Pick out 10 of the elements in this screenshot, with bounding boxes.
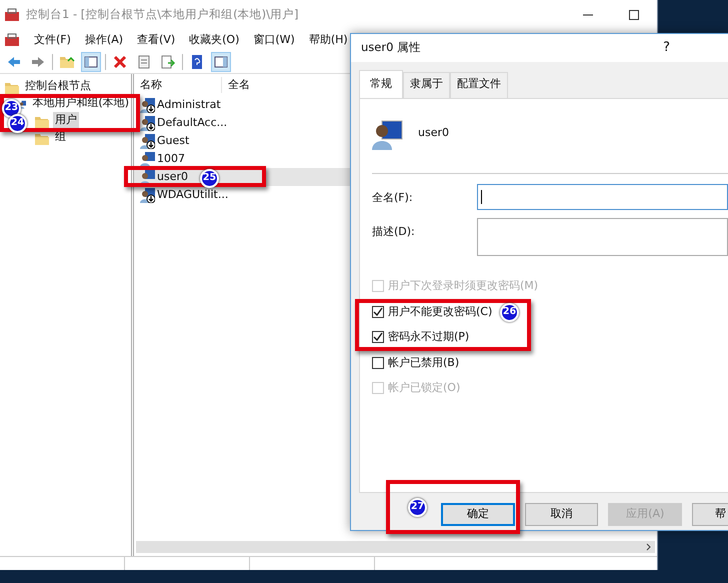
dialog-title: user0 属性 [361,39,422,56]
checkbox-label: 帐户已锁定(O) [388,380,460,396]
window-title: 控制台1 - [控制台根节点\本地用户和组(本地)\用户] [26,6,298,24]
checkbox-label: 密码永不过期(P) [388,329,470,345]
field-label: 全名(F): [372,190,414,206]
checkbox-label: 用户下次登录时须更改密码(M) [388,278,538,294]
checkbox-label: 用户不能更改密码(C) [388,304,492,320]
user-name: user0 [418,125,449,142]
field-label: 描述(D): [372,224,416,240]
checkbox-label: 帐户已禁用(B) [388,354,460,370]
